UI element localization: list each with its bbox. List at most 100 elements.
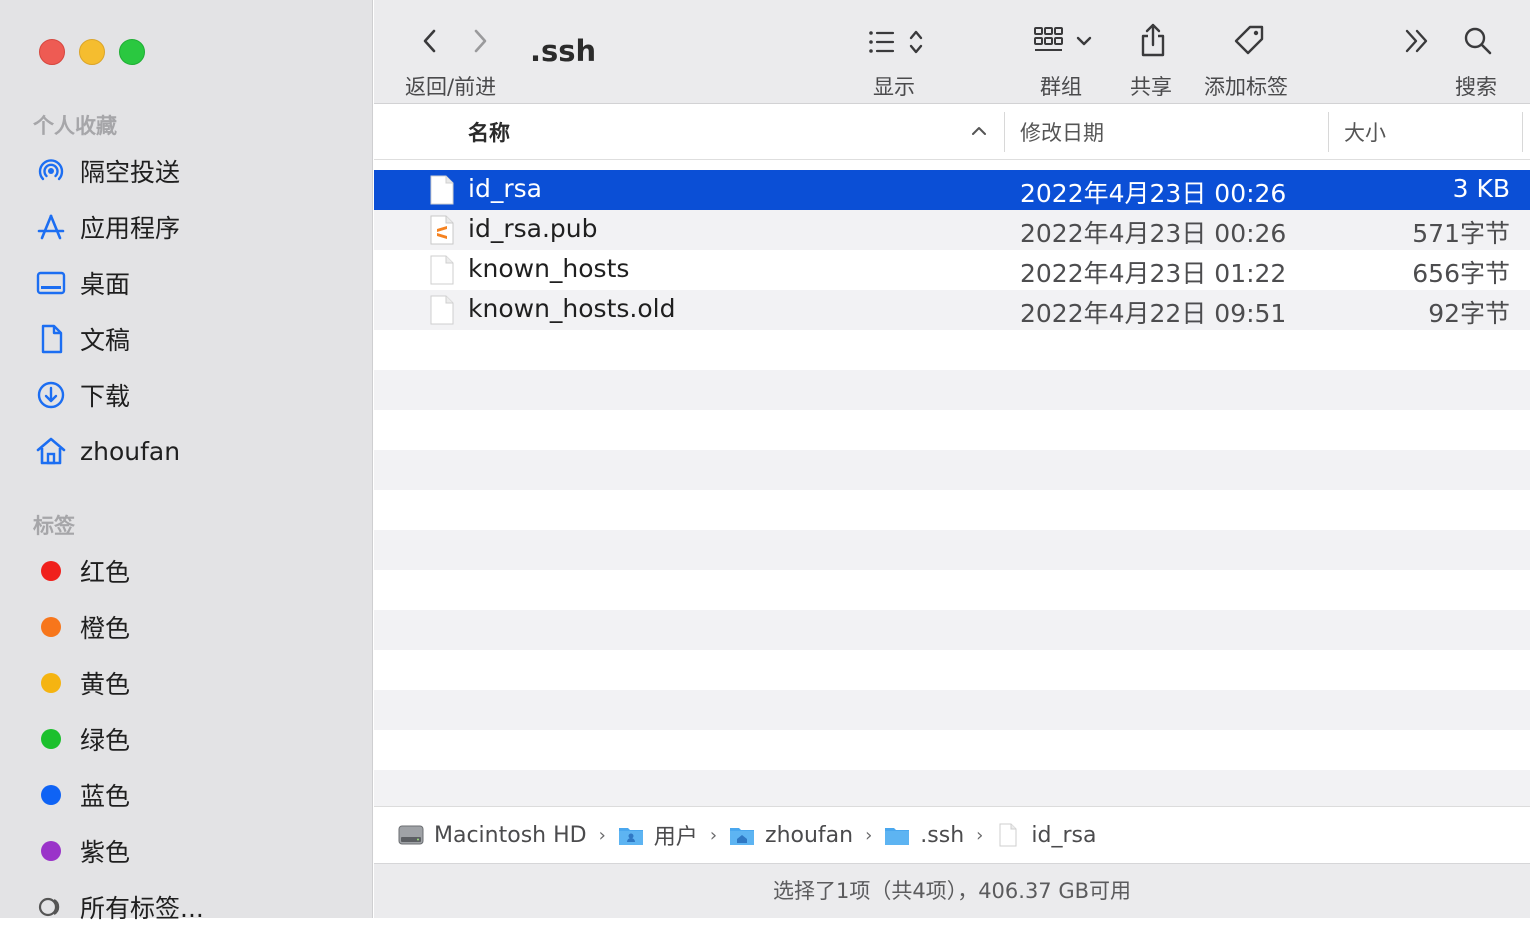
- empty-row: [374, 690, 1530, 730]
- close-window-button[interactable]: [39, 39, 65, 65]
- tag-label: 绿色: [80, 726, 131, 755]
- file-icon: [430, 175, 454, 205]
- file-row[interactable]: known_hosts 2022年4月23日 01:22 656字节: [374, 250, 1530, 290]
- sidebar-item-airdrop[interactable]: 隔空投送: [33, 149, 353, 193]
- empty-row: [374, 370, 1530, 410]
- sidebar-tag-orange[interactable]: 橙色: [33, 605, 353, 649]
- path-item-file[interactable]: id_rsa: [995, 823, 1096, 848]
- sidebar-item-label: 桌面: [80, 270, 131, 299]
- column-date-header[interactable]: 修改日期: [1020, 117, 1104, 147]
- empty-row: [374, 410, 1530, 450]
- share-button[interactable]: [1138, 22, 1168, 58]
- sidebar-tag-blue[interactable]: 蓝色: [33, 773, 353, 817]
- empty-row: [374, 730, 1530, 770]
- path-item-label: Macintosh HD: [434, 822, 587, 848]
- path-item-label: 用户: [653, 825, 698, 850]
- back-button[interactable]: [416, 26, 444, 56]
- sidebar-item-documents[interactable]: 文稿: [33, 317, 353, 361]
- sidebar-tag-green[interactable]: 绿色: [33, 717, 353, 761]
- tag-dot-icon: [33, 833, 69, 869]
- chevron-right-icon: ›: [865, 824, 873, 846]
- file-list: id_rsa 2022年4月23日 00:26 3 KB id_rsa.pub …: [374, 170, 1530, 810]
- file-name: known_hosts.old: [468, 294, 676, 323]
- window-title: .ssh: [530, 34, 597, 68]
- chevron-right-icon: ›: [709, 824, 718, 846]
- column-divider[interactable]: [1522, 112, 1523, 152]
- sidebar-item-home[interactable]: zhoufan: [33, 429, 353, 473]
- path-item-label: .ssh: [920, 822, 965, 848]
- zoom-window-button[interactable]: [119, 39, 145, 65]
- column-size-header[interactable]: 大小: [1344, 117, 1386, 147]
- applications-icon: [33, 209, 69, 245]
- tag-dot-icon: [33, 553, 69, 589]
- sidebar-tag-yellow[interactable]: 黄色: [33, 661, 353, 705]
- file-size: 92字节: [1428, 299, 1510, 328]
- double-chevron-right-icon: [1405, 29, 1428, 53]
- path-bar: Macintosh HD › 用户 › zhoufan › .ssh › id_…: [374, 806, 1530, 863]
- file-date: 2022年4月23日 00:26: [1020, 219, 1287, 248]
- file-name: id_rsa: [468, 174, 542, 203]
- toolbar: 返回/前进 .ssh 显示 群组 共享 添加标签 搜索: [374, 0, 1530, 104]
- file-row[interactable]: id_rsa.pub 2022年4月23日 00:26 571字节: [374, 210, 1530, 250]
- download-icon: [33, 377, 69, 413]
- minimize-window-button[interactable]: [79, 39, 105, 65]
- view-options-button[interactable]: [866, 26, 932, 58]
- file-icon: [999, 823, 1017, 847]
- forward-button[interactable]: [466, 26, 494, 56]
- tag-dot-icon: [33, 721, 69, 757]
- file-icon: [430, 295, 454, 325]
- sidebar-item-applications[interactable]: 应用程序: [33, 205, 353, 249]
- column-divider[interactable]: [1004, 112, 1005, 152]
- file-row[interactable]: id_rsa 2022年4月23日 00:26 3 KB: [374, 170, 1530, 210]
- file-size: 571字节: [1412, 219, 1510, 248]
- empty-row: [374, 650, 1530, 690]
- tags-section-title: 标签: [33, 514, 75, 538]
- sidebar-item-label: 隔空投送: [80, 158, 181, 187]
- column-divider[interactable]: [1328, 112, 1329, 152]
- path-item-home[interactable]: zhoufan: [729, 823, 853, 848]
- document-icon: [33, 321, 69, 357]
- share-label: 共享: [1130, 75, 1172, 99]
- sidebar-all-tags[interactable]: 所有标签...: [33, 885, 353, 929]
- sort-ascending-icon[interactable]: [970, 122, 988, 144]
- sidebar-item-downloads[interactable]: 下载: [33, 373, 353, 417]
- tag-dot-icon: [33, 665, 69, 701]
- tag-label: 红色: [80, 558, 131, 587]
- add-tag-button[interactable]: [1232, 24, 1266, 58]
- status-bar: 选择了1项（共4项），406.37 GB可用: [374, 863, 1530, 918]
- sidebar-tag-purple[interactable]: 紫色: [33, 829, 353, 873]
- disk-icon: [398, 825, 424, 845]
- file-row[interactable]: known_hosts.old 2022年4月22日 09:51 92字节: [374, 290, 1530, 330]
- empty-row: [374, 530, 1530, 570]
- tag-label: 黄色: [80, 670, 131, 699]
- column-header: 名称 修改日期 大小: [374, 104, 1530, 160]
- file-name: id_rsa.pub: [468, 214, 598, 243]
- all-tags-icon: [33, 889, 69, 925]
- tag-label: 紫色: [80, 838, 131, 867]
- search-label: 搜索: [1455, 75, 1497, 99]
- path-item-disk[interactable]: Macintosh HD: [398, 823, 587, 848]
- list-view-icon: [869, 30, 923, 54]
- empty-row: [374, 450, 1530, 490]
- empty-row: [374, 610, 1530, 650]
- file-name: known_hosts: [468, 254, 630, 283]
- file-date: 2022年4月23日 00:26: [1020, 179, 1287, 208]
- users-folder-icon: [618, 828, 643, 845]
- column-name-header[interactable]: 名称: [468, 117, 510, 147]
- chevron-right-icon: ›: [976, 824, 984, 846]
- file-date: 2022年4月23日 01:22: [1020, 259, 1287, 288]
- path-item-users[interactable]: 用户: [618, 819, 698, 851]
- sidebar-item-desktop[interactable]: 桌面: [33, 261, 353, 305]
- group-label: 群组: [1040, 75, 1082, 99]
- all-tags-label: 所有标签...: [80, 894, 204, 923]
- file-size: 3 KB: [1452, 174, 1510, 203]
- search-button[interactable]: [1462, 24, 1494, 58]
- path-item-ssh[interactable]: .ssh: [884, 823, 964, 848]
- empty-row: [374, 570, 1530, 610]
- tag-dot-icon: [33, 609, 69, 645]
- group-button[interactable]: [1032, 24, 1096, 58]
- favorites-section-title: 个人收藏: [33, 114, 117, 138]
- sidebar-item-label: 下载: [80, 382, 131, 411]
- sidebar-tag-red[interactable]: 红色: [33, 549, 353, 593]
- more-toolbar-button[interactable]: [1402, 26, 1432, 56]
